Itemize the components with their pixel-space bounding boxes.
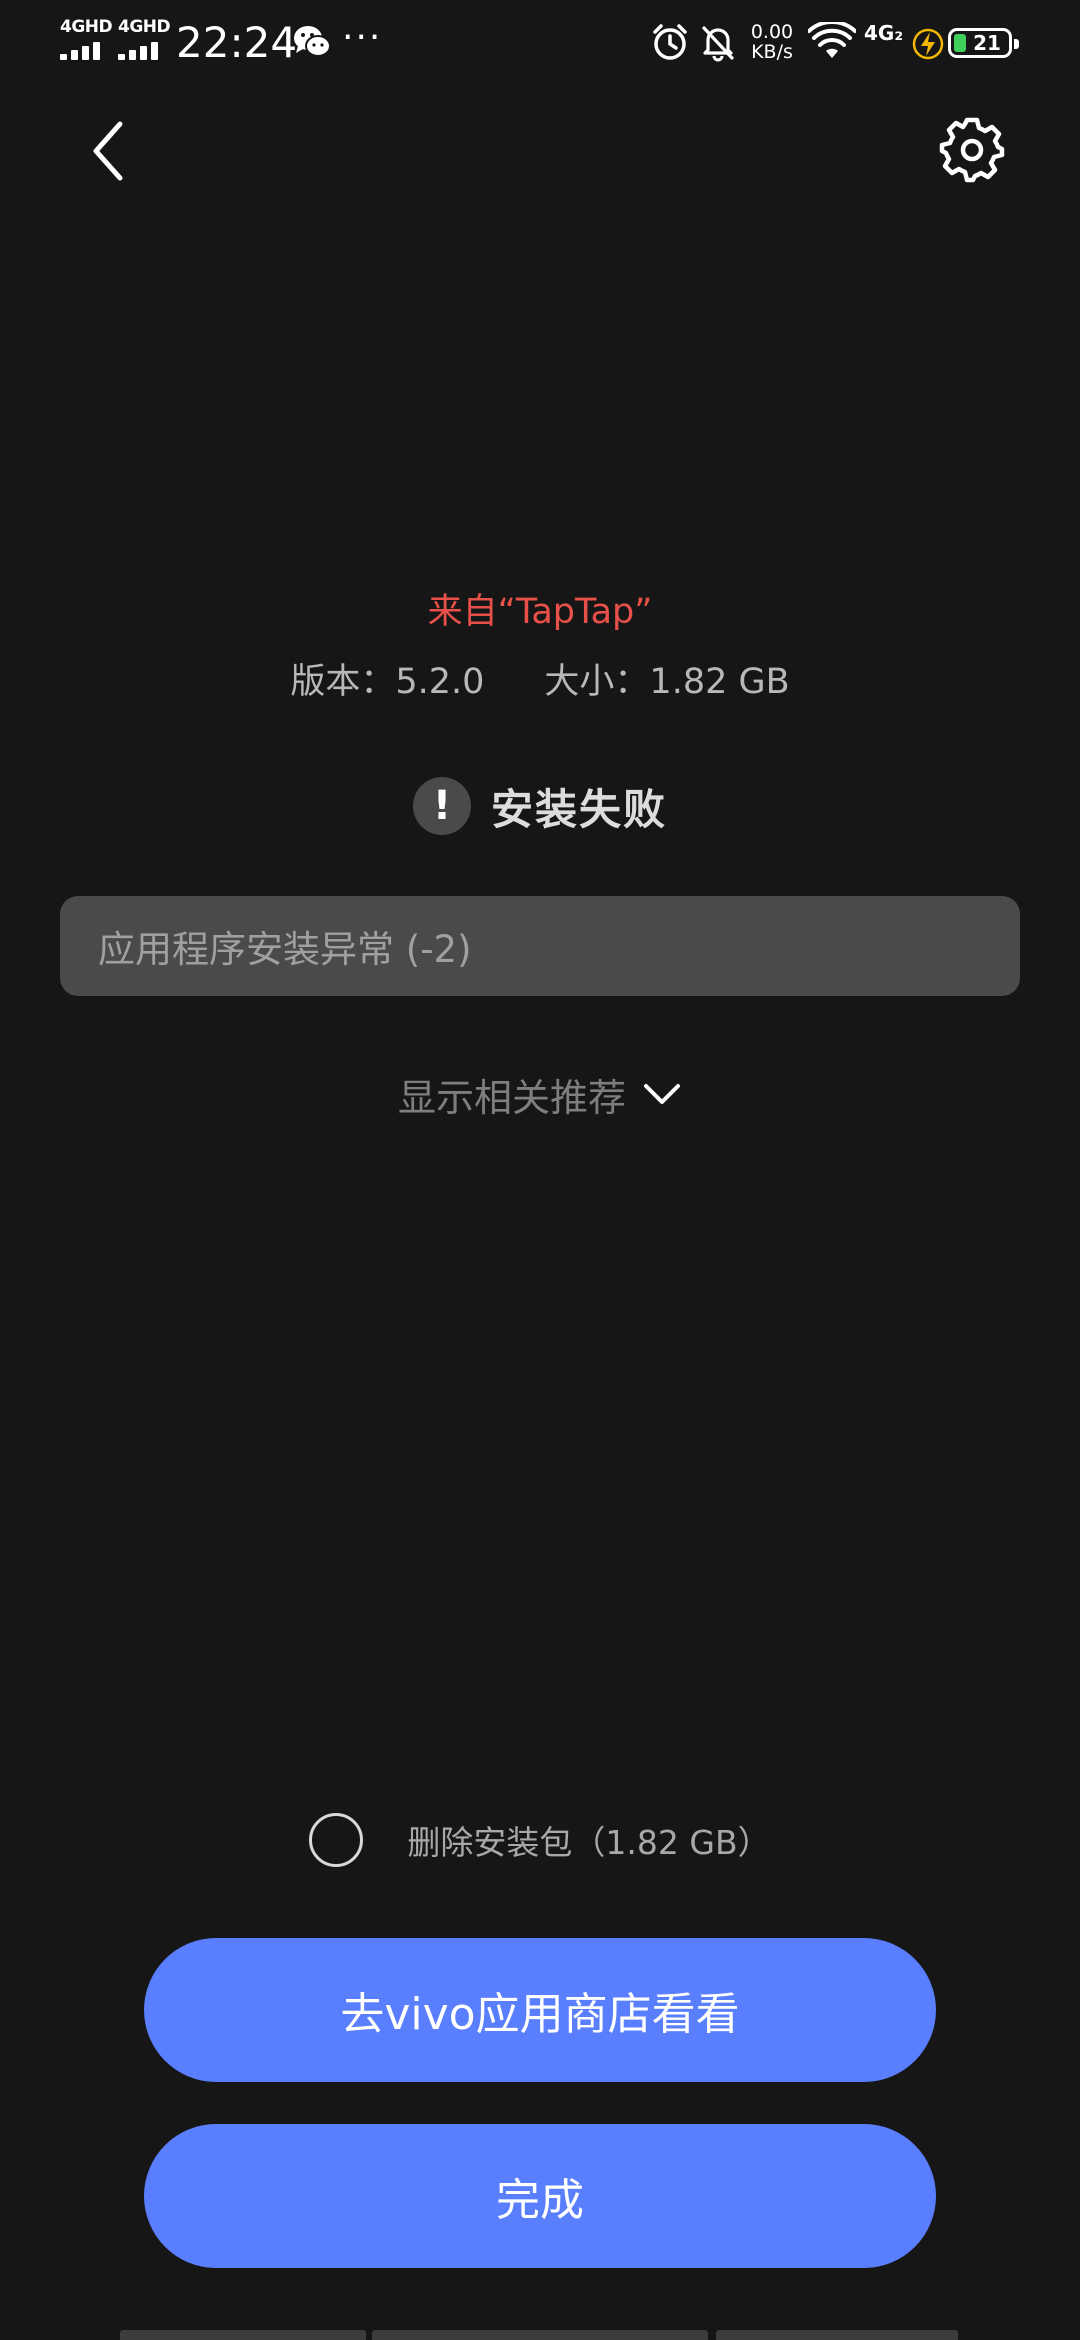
status-bar: 4GHD 4GHD 22:24 ··· 0.00 KB/s 4G₂ 21 — [0, 0, 1080, 84]
sim1-signal-icon: 4GHD — [60, 18, 116, 62]
show-recommendations-toggle[interactable]: 显示相关推荐 — [0, 1064, 1080, 1124]
nav-bar-segment — [120, 2330, 366, 2340]
wechat-icon — [294, 26, 331, 57]
charging-icon — [912, 28, 944, 60]
recommend-label: 显示相关推荐 — [397, 1075, 626, 1120]
error-message-box: 应用程序安装异常 (-2) — [60, 896, 1020, 996]
data-network-label: 4G₂ — [864, 21, 904, 45]
back-chevron-icon[interactable] — [80, 116, 140, 186]
delete-package-label: 删除安装包（1.82 GB） — [407, 1823, 771, 1862]
nav-bar-segment — [372, 2330, 708, 2340]
app-meta-row: 版本：5.2.0 大小：1.82 GB — [0, 660, 1080, 704]
network-speed-unit: KB/s — [751, 41, 793, 63]
nav-bar-segment — [716, 2330, 958, 2340]
chevron-down-icon — [644, 1084, 680, 1104]
alarm-icon — [653, 24, 687, 60]
battery-icon: 21 — [948, 28, 1019, 58]
exclamation-icon: ! — [412, 777, 471, 835]
app-source-label: 来自“TapTap” — [427, 592, 653, 632]
install-failed-title: 安装失败 — [490, 784, 667, 834]
delete-package-option[interactable]: 删除安装包（1.82 GB） — [0, 1808, 1080, 1872]
sim2-network-label: 4GHD — [118, 17, 171, 37]
sim2-signal-icon: 4GHD — [118, 18, 174, 62]
network-speed: 0.00 KB/s — [744, 22, 800, 62]
exclamation-mark: ! — [432, 783, 452, 829]
network-speed-value: 0.00 — [750, 21, 794, 43]
gear-icon[interactable] — [938, 116, 1006, 184]
more-notifications-icon: ··· — [342, 17, 383, 58]
mute-bell-icon — [702, 26, 734, 62]
install-status: ! 安装失败 — [0, 776, 1080, 836]
delete-package-checkbox[interactable] — [309, 1813, 364, 1867]
done-button[interactable]: 完成 — [144, 2124, 936, 2268]
app-size: 大小：1.82 GB — [544, 662, 790, 702]
sim1-network-label: 4GHD — [60, 17, 113, 37]
error-message: 应用程序安装异常 (-2) — [98, 928, 472, 971]
app-version: 版本：5.2.0 — [290, 662, 485, 702]
wifi-icon — [808, 22, 856, 58]
open-vivo-store-button[interactable]: 去vivo应用商店看看 — [144, 1938, 936, 2082]
battery-level: 21 — [973, 31, 1001, 55]
status-time: 22:24 — [176, 18, 298, 67]
